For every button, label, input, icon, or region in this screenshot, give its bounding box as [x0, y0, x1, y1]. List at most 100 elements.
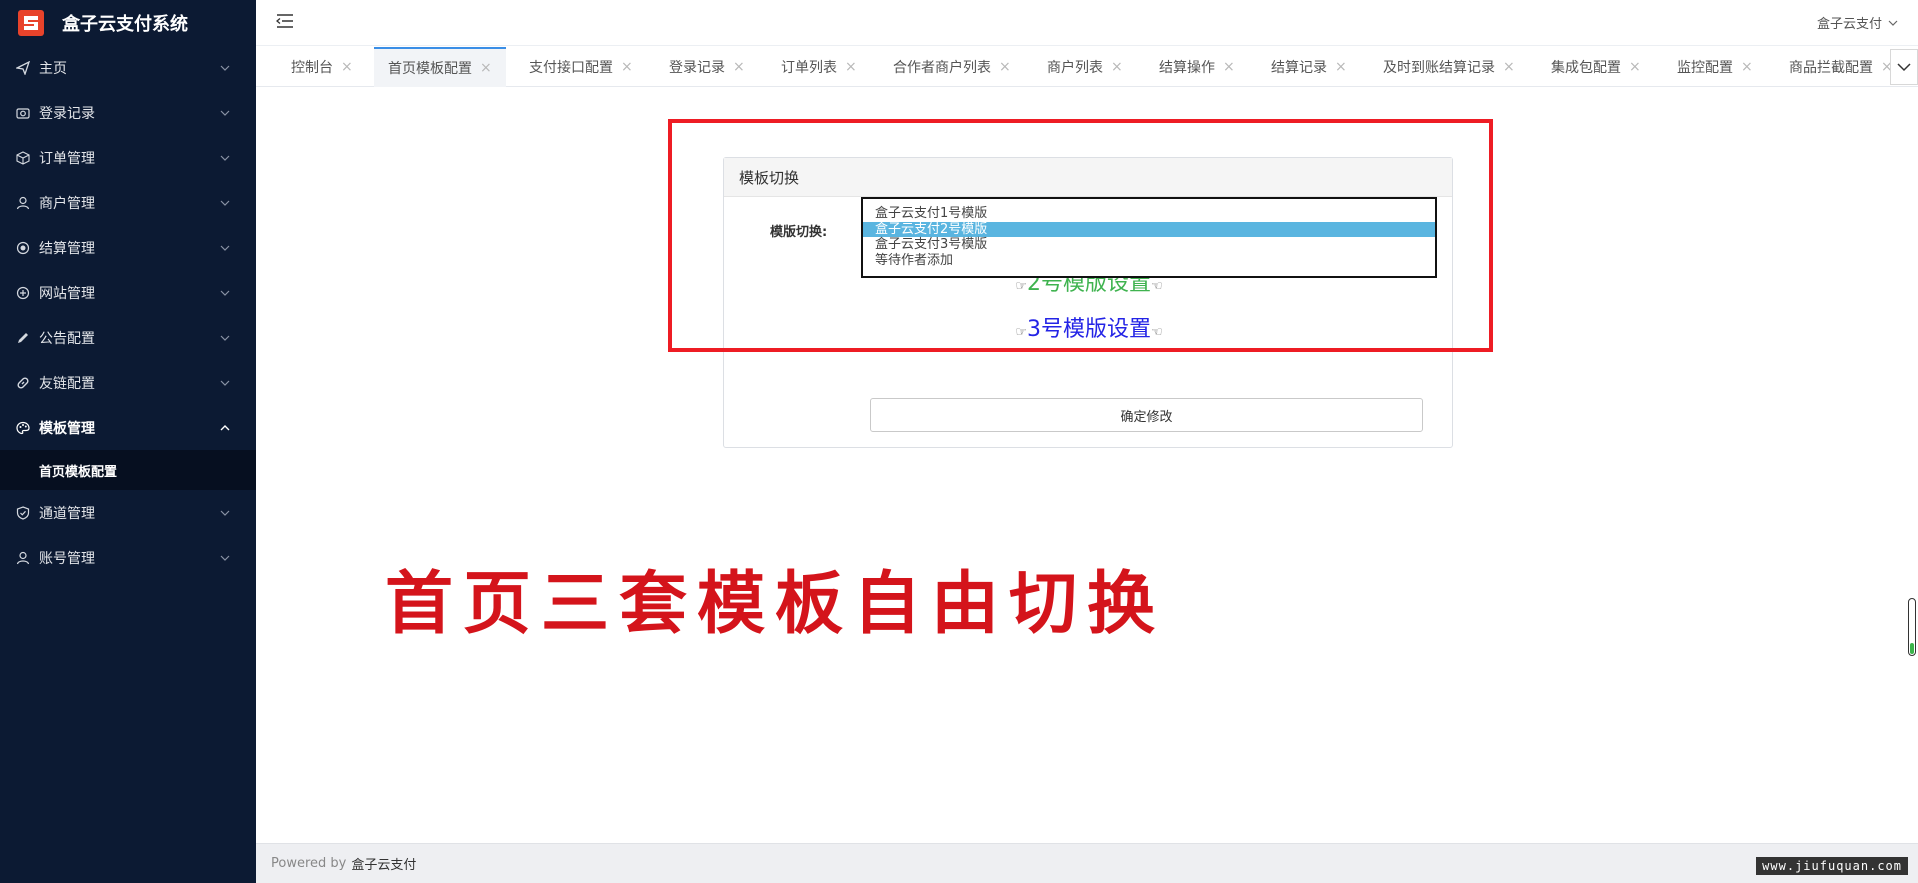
- tab-label: 合作者商户列表: [893, 60, 991, 76]
- tab-merchant-list[interactable]: 商户列表 ×: [1047, 47, 1123, 87]
- sidebar-item-label: 网站管理: [39, 285, 95, 302]
- top-header: 盒子云支付: [256, 0, 1918, 46]
- chevron-down-icon: [220, 110, 230, 116]
- tab-label: 支付接口配置: [529, 60, 613, 76]
- user-menu[interactable]: 盒子云支付: [1817, 13, 1898, 32]
- sidebar-item-home[interactable]: 主页: [0, 45, 256, 90]
- sidebar-item-label: 公告配置: [39, 330, 95, 347]
- close-icon[interactable]: ×: [1741, 59, 1753, 75]
- sidebar-item-orders[interactable]: 订单管理: [0, 135, 256, 180]
- tab-label: 首页模板配置: [388, 61, 472, 77]
- close-icon[interactable]: ×: [1111, 59, 1123, 75]
- confirm-button[interactable]: 确定修改: [870, 398, 1423, 432]
- menu-fold-icon[interactable]: [276, 13, 294, 29]
- user-icon: [16, 551, 30, 565]
- close-icon[interactable]: ×: [1335, 59, 1347, 75]
- send-icon: [16, 60, 30, 75]
- chevron-down-icon: [1897, 63, 1911, 72]
- chevron-up-icon: [220, 424, 230, 430]
- sidebar-item-login-records[interactable]: 登录记录: [0, 90, 256, 135]
- app-logo[interactable]: 盒子云支付系统: [0, 0, 256, 45]
- tab-label: 登录记录: [669, 60, 725, 76]
- tab-partner-merchants[interactable]: 合作者商户列表 ×: [893, 47, 1011, 87]
- tab-integration-package[interactable]: 集成包配置 ×: [1551, 47, 1641, 87]
- close-icon[interactable]: ×: [621, 59, 633, 75]
- close-icon[interactable]: ×: [341, 59, 353, 75]
- tab-label: 商品拦截配置: [1789, 60, 1873, 76]
- chevron-down-icon: [220, 555, 230, 561]
- sidebar-subitem-homepage-template[interactable]: 首页模板配置: [0, 450, 256, 490]
- tab-label: 商户列表: [1047, 60, 1103, 76]
- highlight-box: [668, 119, 1493, 352]
- camera-icon: [16, 106, 30, 120]
- sidebar-item-templates[interactable]: 模板管理: [0, 405, 256, 450]
- tab-homepage-template[interactable]: 首页模板配置 ×: [374, 47, 506, 87]
- chevron-down-icon: [220, 290, 230, 296]
- close-icon[interactable]: ×: [733, 59, 745, 75]
- tab-label: 订单列表: [781, 60, 837, 76]
- tab-label: 结算记录: [1271, 60, 1327, 76]
- sidebar-item-settlement[interactable]: 结算管理: [0, 225, 256, 270]
- sidebar-item-website[interactable]: 网站管理: [0, 270, 256, 315]
- sidebar-item-label: 账号管理: [39, 550, 95, 567]
- app-title: 盒子云支付系统: [62, 13, 188, 35]
- chevron-down-icon: [220, 245, 230, 251]
- tab-instant-settlement[interactable]: 及时到账结算记录 ×: [1383, 47, 1515, 87]
- sidebar-item-label: 友链配置: [39, 375, 95, 392]
- sidebar-item-label: 模板管理: [39, 420, 95, 437]
- sidebar-item-label: 主页: [39, 60, 67, 77]
- radio-icon: [16, 241, 30, 255]
- tab-payment-interface[interactable]: 支付接口配置 ×: [529, 47, 633, 87]
- user-icon: [16, 196, 30, 210]
- promo-caption: 首页三套模板自由切换: [385, 565, 1166, 644]
- tab-label: 结算操作: [1159, 60, 1215, 76]
- tab-bar: 控制台 × 首页模板配置 × 支付接口配置 × 登录记录 × 订单列表 × 合作者商户列表…: [256, 47, 1918, 87]
- tab-label: 控制台: [291, 60, 333, 76]
- logo-icon: [18, 9, 44, 36]
- shield-icon: [16, 505, 30, 520]
- close-icon[interactable]: ×: [999, 59, 1011, 75]
- close-icon[interactable]: ×: [480, 60, 492, 76]
- sidebar-item-merchants[interactable]: 商户管理: [0, 180, 256, 225]
- palette-icon: [16, 421, 30, 435]
- sidebar-item-label: 通道管理: [39, 505, 95, 522]
- sidebar-item-label: 登录记录: [39, 105, 95, 122]
- tab-order-list[interactable]: 订单列表 ×: [781, 47, 857, 87]
- user-name: 盒子云支付: [1816, 17, 1882, 32]
- sidebar-item-announcement[interactable]: 公告配置: [0, 315, 256, 360]
- tab-label: 监控配置: [1677, 60, 1733, 76]
- tab-login-records[interactable]: 登录记录 ×: [669, 47, 745, 87]
- sidebar: 盒子云支付系统 主页 登录记录 订单管理 商户管理 结算管理 网站管理 公告配置…: [0, 0, 256, 883]
- tab-settlement-ops[interactable]: 结算操作 ×: [1159, 47, 1235, 87]
- footer: Powered by 盒子云支付: [256, 843, 1918, 883]
- sidebar-item-friend-links[interactable]: 友链配置: [0, 360, 256, 405]
- scroll-thumb[interactable]: [1910, 642, 1914, 654]
- chevron-down-icon: [220, 380, 230, 386]
- sidebar-item-label: 商户管理: [39, 195, 95, 212]
- tab-monitoring[interactable]: 监控配置 ×: [1677, 47, 1753, 87]
- footer-brand: 盒子云支付: [351, 858, 417, 873]
- scrollbar[interactable]: [1908, 598, 1916, 656]
- plus-circle-icon: [16, 286, 30, 300]
- chevron-down-icon: [220, 335, 230, 341]
- close-icon[interactable]: ×: [845, 59, 857, 75]
- chevron-down-icon: [1888, 20, 1898, 26]
- chevron-down-icon: [220, 65, 230, 71]
- chevron-down-icon: [220, 155, 230, 161]
- sidebar-item-accounts[interactable]: 账号管理: [0, 535, 256, 580]
- tab-console[interactable]: 控制台 ×: [291, 47, 353, 87]
- close-icon[interactable]: ×: [1223, 59, 1235, 75]
- link-icon: [16, 376, 30, 390]
- tab-settlement-records[interactable]: 结算记录 ×: [1271, 47, 1347, 87]
- close-icon[interactable]: ×: [1503, 59, 1515, 75]
- tab-product-intercept[interactable]: 商品拦截配置 ×: [1789, 47, 1893, 87]
- sidebar-item-channels[interactable]: 通道管理: [0, 490, 256, 535]
- powered-by-text: Powered by: [271, 856, 347, 871]
- pencil-icon: [16, 331, 30, 345]
- chevron-down-icon: [220, 200, 230, 206]
- watermark: www.jiufuquan.com: [1756, 857, 1908, 875]
- close-icon[interactable]: ×: [1629, 59, 1641, 75]
- tabs-more-button[interactable]: [1890, 49, 1918, 85]
- box-icon: [16, 150, 30, 165]
- chevron-down-icon: [220, 510, 230, 516]
